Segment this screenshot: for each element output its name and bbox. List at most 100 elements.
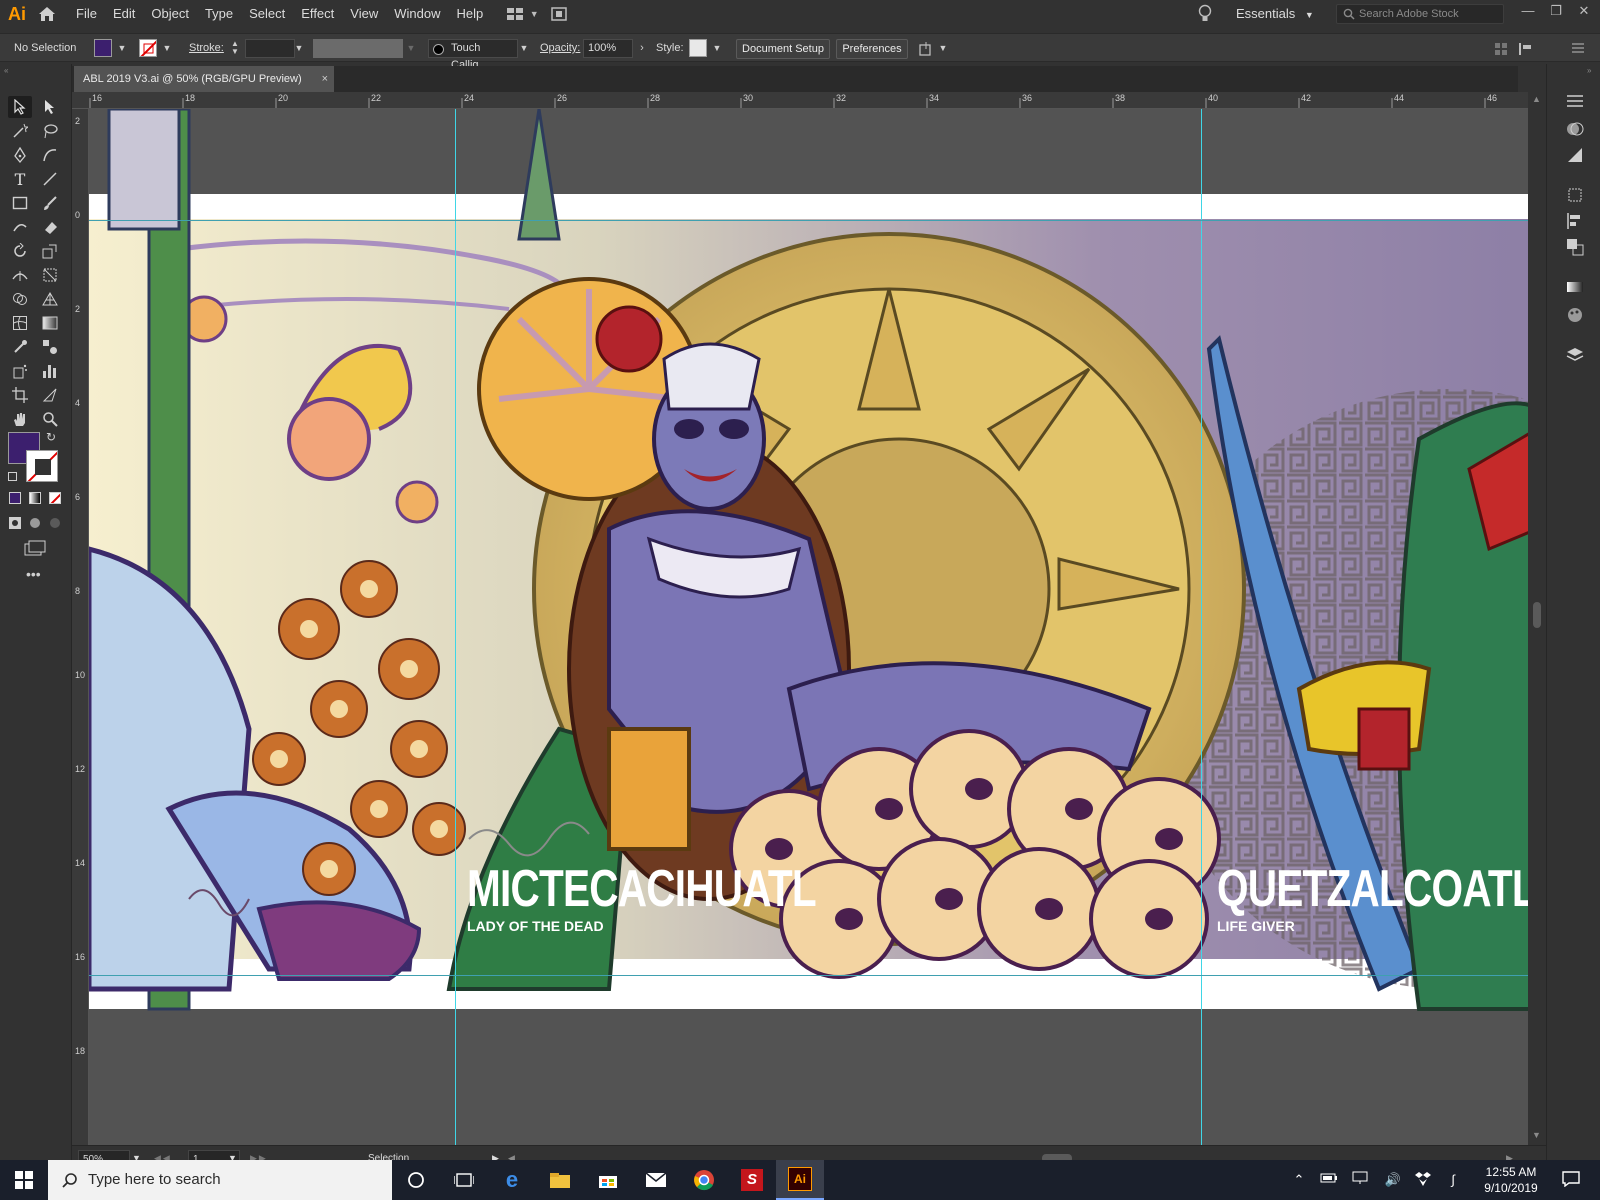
selection-tool-icon[interactable]: [8, 96, 32, 118]
artboard-tool-icon[interactable]: [8, 384, 32, 406]
menu-effect[interactable]: Effect: [293, 0, 342, 28]
zoom-tool-icon[interactable]: [38, 408, 62, 430]
restore-button[interactable]: ❐: [1542, 0, 1570, 22]
magic-wand-icon[interactable]: [8, 120, 32, 142]
cortana-icon[interactable]: [392, 1160, 440, 1200]
free-transform-tool-icon[interactable]: [38, 264, 62, 286]
file-explorer-icon[interactable]: [536, 1160, 584, 1200]
collapse-icon[interactable]: «: [4, 66, 8, 75]
color-mode-icon[interactable]: [9, 492, 21, 504]
stroke-label[interactable]: Stroke:: [189, 34, 224, 63]
vertical-guide[interactable]: [1201, 109, 1202, 1145]
scroll-down-icon[interactable]: ▼: [1532, 1130, 1541, 1140]
app-s-icon[interactable]: S: [728, 1160, 776, 1200]
battery-icon[interactable]: [1320, 1171, 1338, 1189]
type-tool-icon[interactable]: T: [8, 168, 32, 190]
gradient-tool-icon[interactable]: [38, 312, 62, 334]
close-icon[interactable]: ×: [322, 66, 328, 92]
document-tab[interactable]: ABL 2019 V3.ai @ 50% (RGB/GPU Preview) ×: [74, 66, 334, 92]
appearance-panel-icon[interactable]: [1566, 306, 1584, 324]
chevron-down-icon[interactable]: ▼: [527, 0, 541, 28]
notifications-icon[interactable]: [1562, 1171, 1580, 1189]
windows-start-icon[interactable]: [0, 1160, 48, 1200]
dropbox-icon[interactable]: [1414, 1171, 1432, 1189]
slice-tool-icon[interactable]: [38, 384, 62, 406]
edit-toolbar-icon[interactable]: •••: [26, 566, 41, 582]
hand-tool-icon[interactable]: [8, 408, 32, 430]
gpu-performance-icon[interactable]: [547, 0, 571, 28]
rectangle-tool-icon[interactable]: [8, 192, 32, 214]
distribute-icon[interactable]: [1518, 42, 1534, 59]
stroke-swatch[interactable]: [139, 39, 157, 57]
mesh-tool-icon[interactable]: [8, 312, 32, 334]
variable-width-profile[interactable]: [313, 39, 403, 58]
pathfinder-icon[interactable]: [1566, 238, 1584, 256]
menu-object[interactable]: Object: [143, 0, 197, 28]
perspective-grid-icon[interactable]: [38, 288, 62, 310]
symbol-sprayer-icon[interactable]: [8, 360, 32, 382]
vertical-ruler[interactable]: 2 0 2 4 6 8 10 12 14 16 18: [72, 109, 89, 1145]
scale-tool-icon[interactable]: [38, 240, 62, 262]
pen-workspace-icon[interactable]: ∫: [1444, 1171, 1462, 1189]
swap-colors-icon[interactable]: ↻: [46, 430, 56, 444]
chevron-down-icon[interactable]: ▼: [161, 40, 173, 56]
shape-builder-tool-icon[interactable]: [8, 288, 32, 310]
align-icon[interactable]: [1494, 42, 1508, 59]
chevron-down-icon[interactable]: ▼: [293, 40, 305, 56]
horizontal-guide[interactable]: [89, 975, 1537, 976]
curvature-tool-icon[interactable]: [38, 144, 62, 166]
adobe-stock-search[interactable]: Search Adobe Stock: [1336, 4, 1504, 24]
opacity-field[interactable]: 100%: [583, 39, 633, 58]
color-panel-icon[interactable]: [1566, 120, 1584, 138]
chevron-down-icon[interactable]: ▼: [116, 40, 128, 56]
mail-icon[interactable]: [632, 1160, 680, 1200]
workspace-switcher[interactable]: Essentials ▼: [1236, 0, 1314, 28]
vertical-guide[interactable]: [455, 109, 456, 1145]
illustrator-taskbar-icon[interactable]: Ai: [776, 1160, 824, 1200]
chevron-right-icon[interactable]: ›: [636, 40, 648, 56]
microsoft-store-icon[interactable]: [584, 1160, 632, 1200]
fill-swatch[interactable]: [94, 39, 112, 57]
draw-inside-icon[interactable]: [48, 516, 62, 533]
scroll-up-icon[interactable]: ▲: [1532, 94, 1541, 104]
taskbar-search-input[interactable]: Type here to search: [48, 1160, 392, 1200]
shaper-tool-icon[interactable]: [8, 216, 32, 238]
stroke-weight-field[interactable]: [245, 39, 295, 58]
menu-view[interactable]: View: [342, 0, 386, 28]
stroke-color-box[interactable]: [26, 450, 58, 482]
direct-selection-tool-icon[interactable]: [38, 96, 62, 118]
chevron-down-icon[interactable]: ▼: [711, 40, 723, 56]
transform-icon[interactable]: [918, 41, 934, 60]
show-hidden-icons[interactable]: ⌃: [1290, 1171, 1308, 1189]
menu-window[interactable]: Window: [386, 0, 448, 28]
stroke-weight-stepper[interactable]: ▲ ▼: [229, 40, 241, 56]
column-graph-tool-icon[interactable]: [38, 360, 62, 382]
expand-panels-icon[interactable]: »: [1587, 66, 1591, 75]
menu-file[interactable]: File: [68, 0, 105, 28]
vertical-scroll-thumb[interactable]: [1533, 602, 1541, 628]
volume-icon[interactable]: 🔊: [1384, 1171, 1402, 1189]
none-mode-icon[interactable]: [49, 492, 61, 504]
color-guide-icon[interactable]: [1566, 146, 1584, 164]
blend-tool-icon[interactable]: [38, 336, 62, 358]
layers-panel-icon[interactable]: [1566, 346, 1584, 364]
gradient-panel-icon[interactable]: [1566, 278, 1584, 296]
transform-panel-icon[interactable]: [1566, 186, 1584, 204]
menu-edit[interactable]: Edit: [105, 0, 143, 28]
arrange-documents-icon[interactable]: [503, 0, 527, 28]
graphic-style-swatch[interactable]: [689, 39, 707, 57]
opacity-label[interactable]: Opacity:: [540, 34, 580, 63]
network-icon[interactable]: [1352, 1171, 1370, 1189]
panel-menu-icon[interactable]: [1572, 42, 1584, 57]
edge-browser-icon[interactable]: e: [488, 1160, 536, 1200]
lasso-tool-icon[interactable]: [38, 120, 62, 142]
horizontal-ruler[interactable]: 16 18 20 22 24 26 28 30 32 34 36 38 40 4…: [72, 92, 1546, 109]
chevron-down-icon[interactable]: ▼: [937, 40, 949, 56]
eraser-tool-icon[interactable]: [38, 216, 62, 238]
eyedropper-tool-icon[interactable]: [8, 336, 32, 358]
vertical-scrollbar[interactable]: ▲ ▼: [1528, 92, 1546, 1145]
pen-tool-icon[interactable]: [8, 144, 32, 166]
close-window-button[interactable]: ✕: [1570, 0, 1598, 22]
chevron-down-icon[interactable]: ▼: [518, 40, 530, 56]
menu-type[interactable]: Type: [197, 0, 241, 28]
